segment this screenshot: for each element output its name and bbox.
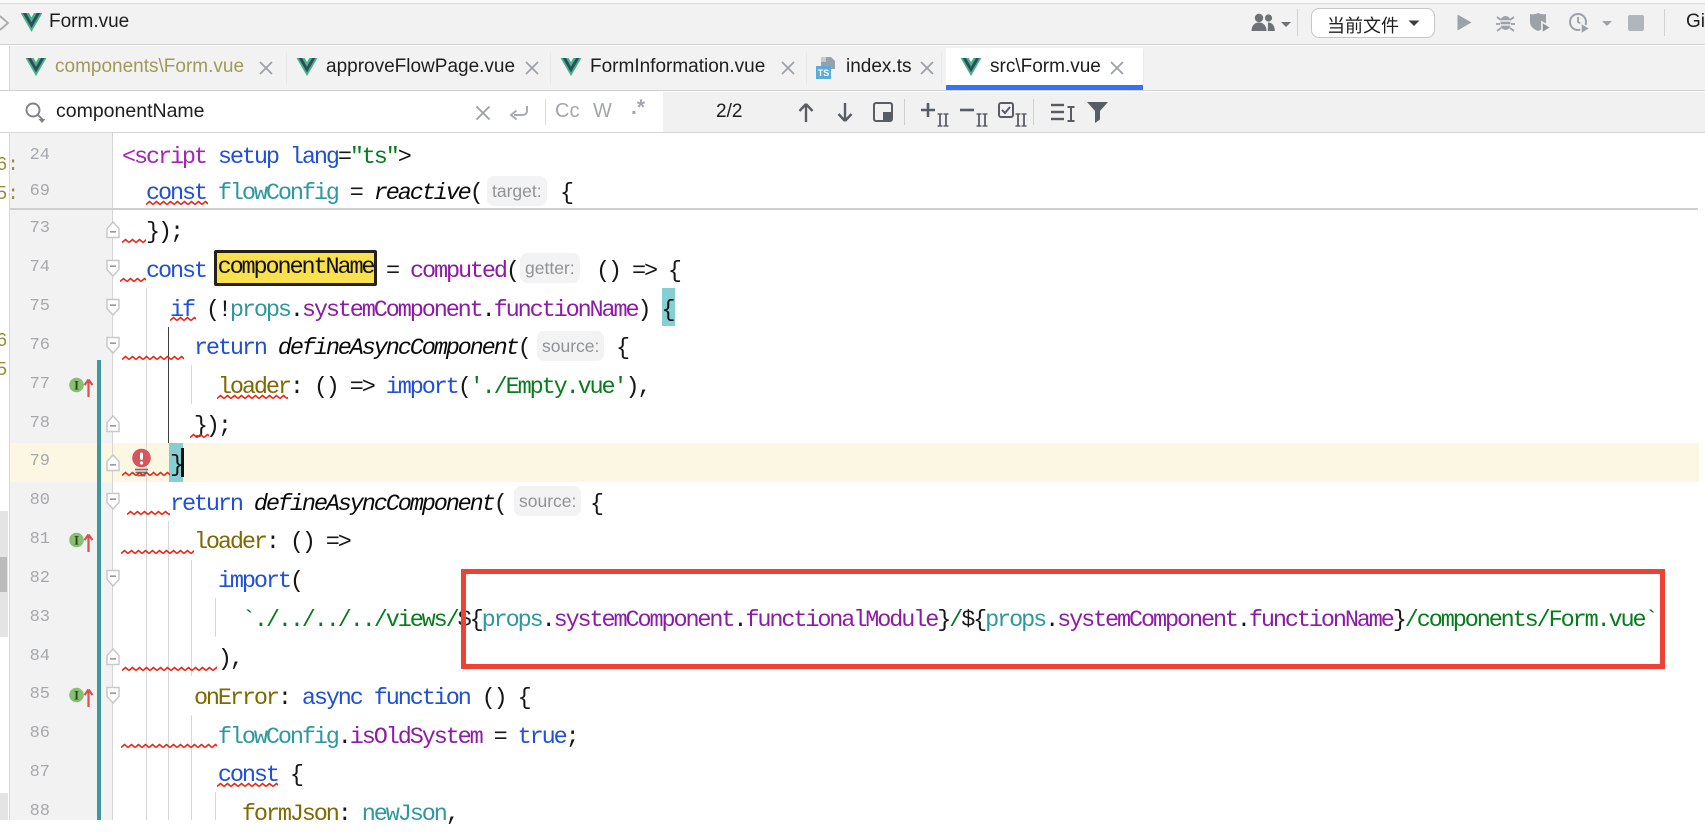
svg-text:TS: TS [818,68,830,78]
svg-text:I: I [74,378,79,392]
svg-text:I: I [74,534,79,548]
svg-text:I: I [74,689,79,703]
